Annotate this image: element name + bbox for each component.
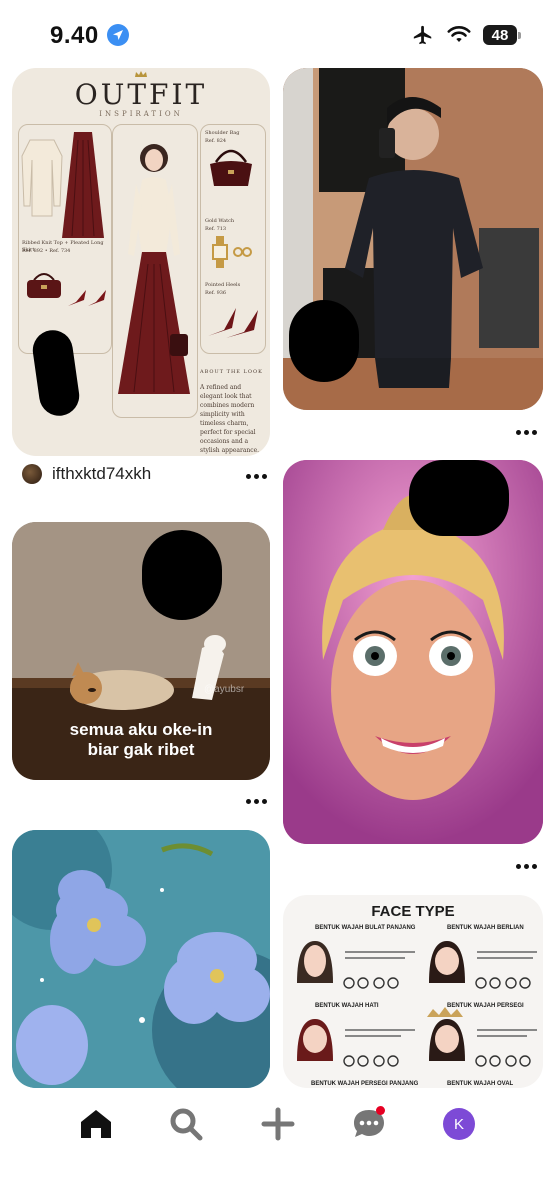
plus-icon <box>261 1107 295 1141</box>
knit-top-image <box>21 139 63 217</box>
pin-doll-face[interactable] <box>283 460 543 844</box>
about-text: A refined and elegant look that combines… <box>200 384 260 454</box>
about-heading: ABOUT THE LOOK <box>200 369 263 375</box>
pin-face-type-chart[interactable]: FACE TYPE BENTUK WAJAH BULAT PANJANG BEN… <box>283 895 543 1088</box>
pin-flower-painting[interactable] <box>12 830 270 1088</box>
wifi-icon <box>447 26 471 42</box>
nav-messages[interactable] <box>349 1104 389 1144</box>
location-icon <box>107 24 129 46</box>
profile-avatar[interactable]: K <box>443 1108 475 1140</box>
cat-caption: semua aku oke-in biar gak ribet <box>12 720 270 760</box>
shoulder-bag-label: Shoulder Bag <box>205 130 240 136</box>
creator-avatar[interactable] <box>22 464 42 484</box>
nav-search[interactable] <box>166 1104 206 1144</box>
outfit-item-ref: Ref. 892 • Ref. 734 <box>22 248 71 254</box>
handbag-image <box>27 273 61 298</box>
nav-create[interactable] <box>258 1104 298 1144</box>
crown-icon <box>135 71 147 77</box>
pointed-heels-ref: Ref. 936 <box>205 290 227 296</box>
outfit-title: OUTFIT <box>74 78 208 111</box>
watch-image <box>212 236 252 268</box>
search-icon <box>170 1108 203 1141</box>
nav-profile[interactable]: K <box>439 1104 479 1144</box>
creator-row[interactable]: ifthxktd74xkh <box>22 464 151 484</box>
creator-name[interactable]: ifthxktd74xkh <box>52 464 151 484</box>
battery-indicator: 48 <box>483 25 521 45</box>
more-options-icon[interactable] <box>514 862 538 870</box>
pin-cat-meme[interactable]: @ayubsr semua aku oke-in biar gak ribet <box>12 522 270 780</box>
redaction-scribble <box>142 530 222 620</box>
heels-image <box>68 290 106 306</box>
face-illustrations <box>297 941 537 1067</box>
face-type-title: FACE TYPE <box>371 903 455 920</box>
more-options-icon[interactable] <box>244 472 268 480</box>
about-the-look: ABOUT THE LOOK A refined and elegant loo… <box>200 368 264 455</box>
shoulder-bag-image <box>210 149 252 186</box>
pointed-heels-image <box>208 308 258 338</box>
status-bar: 9.40 48 <box>0 0 555 70</box>
watermark: @ayubsr <box>204 684 245 695</box>
notification-dot <box>376 1106 385 1115</box>
pin-outfit-inspiration[interactable]: OUTFIT INSPIRATION Ribbed Knit Top + Ple… <box>12 68 270 456</box>
caption-line-1: semua aku oke-in <box>69 720 213 739</box>
model-figure-image <box>118 144 190 394</box>
redaction-scribble <box>289 300 359 382</box>
battery-level: 48 <box>483 25 517 45</box>
redaction-scribble <box>409 460 509 536</box>
face-shape-label: BENTUK WAJAH BULAT PANJANG <box>315 925 416 931</box>
home-icon <box>81 1110 111 1138</box>
gold-watch-label: Gold Watch <box>205 218 235 224</box>
outfit-subtitle: INSPIRATION <box>99 110 183 118</box>
face-shape-label: BENTUK WAJAH BERLIAN <box>447 925 524 931</box>
pin-mirror-selfie[interactable] <box>283 68 543 410</box>
more-options-icon[interactable] <box>244 797 268 805</box>
pleated-skirt-image <box>62 132 104 238</box>
more-options-icon[interactable] <box>514 428 538 436</box>
flower-image <box>12 830 270 1088</box>
airplane-icon <box>413 25 432 45</box>
status-time: 9.40 <box>50 22 99 49</box>
pointed-heels-label: Pointed Heels <box>205 282 241 288</box>
caption-line-2: biar gak ribet <box>87 740 195 759</box>
gold-watch-ref: Ref. 713 <box>205 226 227 232</box>
bottom-navigation: K <box>0 1088 555 1200</box>
nav-home[interactable] <box>76 1104 116 1144</box>
